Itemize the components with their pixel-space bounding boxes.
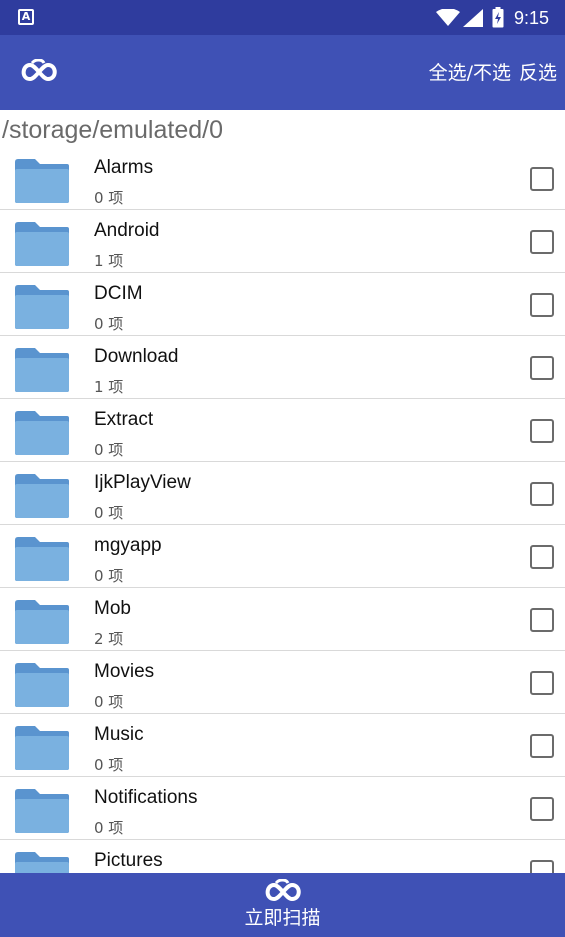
- folder-icon: [15, 789, 69, 833]
- file-name: IjkPlayView: [94, 472, 191, 493]
- app-notification-icon: A: [18, 9, 34, 25]
- select-checkbox[interactable]: [530, 860, 554, 873]
- list-item[interactable]: Download 1 项: [0, 336, 565, 399]
- scan-now-button[interactable]: 立即扫描: [0, 873, 565, 937]
- file-name: mgyapp: [94, 535, 162, 556]
- select-checkbox[interactable]: [530, 797, 554, 821]
- list-item[interactable]: Android 1 项: [0, 210, 565, 273]
- file-name: Notifications: [94, 787, 198, 808]
- status-bar: A 9:15: [0, 0, 565, 35]
- list-item[interactable]: DCIM 0 项: [0, 273, 565, 336]
- file-name: Mob: [94, 598, 131, 619]
- file-count: 1 项: [94, 378, 124, 396]
- folder-icon: [15, 159, 69, 203]
- file-name: Android: [94, 220, 160, 241]
- cloud-infinity-logo-icon: [21, 59, 57, 82]
- invert-selection-button[interactable]: 反选: [519, 61, 557, 85]
- wifi-icon: [436, 9, 460, 26]
- app-bar-actions: 全选/不选 反选: [429, 61, 557, 85]
- app-bar: 全选/不选 反选: [0, 35, 565, 110]
- file-count: 0 项: [94, 819, 124, 837]
- file-count: 0 项: [94, 567, 124, 585]
- file-count: 0 项: [94, 756, 124, 774]
- file-count: 2 项: [94, 630, 124, 648]
- folder-icon: [15, 348, 69, 392]
- select-checkbox[interactable]: [530, 608, 554, 632]
- file-name: Music: [94, 724, 144, 745]
- list-item[interactable]: Notifications 0 项: [0, 777, 565, 840]
- file-list[interactable]: Alarms 0 项 Android 1 项 DCIM 0 项 Download…: [0, 147, 565, 873]
- file-count: 0 项: [94, 504, 124, 522]
- select-checkbox[interactable]: [530, 734, 554, 758]
- folder-icon: [15, 600, 69, 644]
- folder-icon: [15, 411, 69, 455]
- battery-icon: [492, 7, 504, 28]
- list-item[interactable]: Mob 2 项: [0, 588, 565, 651]
- list-item[interactable]: Alarms 0 项: [0, 147, 565, 210]
- list-item[interactable]: Music 0 项: [0, 714, 565, 777]
- select-checkbox[interactable]: [530, 545, 554, 569]
- folder-icon: [15, 663, 69, 707]
- scan-now-label: 立即扫描: [244, 907, 321, 929]
- list-item[interactable]: Extract 0 项: [0, 399, 565, 462]
- file-count: 0 项: [94, 693, 124, 711]
- file-name: Alarms: [94, 157, 154, 178]
- file-count: 0 项: [94, 441, 124, 459]
- file-count: 0 项: [94, 189, 124, 207]
- folder-icon: [15, 474, 69, 518]
- select-checkbox[interactable]: [530, 482, 554, 506]
- folder-icon: [15, 537, 69, 581]
- status-time: 9:15: [514, 8, 550, 28]
- select-checkbox[interactable]: [530, 419, 554, 443]
- folder-icon: [15, 285, 69, 329]
- list-item[interactable]: Pictures: [0, 840, 565, 873]
- file-name: Download: [94, 346, 179, 367]
- select-checkbox[interactable]: [530, 293, 554, 317]
- file-name: DCIM: [94, 283, 143, 304]
- folder-icon: [15, 726, 69, 770]
- file-name: Movies: [94, 661, 155, 682]
- select-checkbox[interactable]: [530, 356, 554, 380]
- list-item[interactable]: IjkPlayView 0 项: [0, 462, 565, 525]
- select-checkbox[interactable]: [530, 230, 554, 254]
- file-name: Pictures: [94, 850, 163, 871]
- folder-icon: [15, 222, 69, 266]
- list-item[interactable]: Movies 0 项: [0, 651, 565, 714]
- cloud-infinity-logo-icon: [265, 879, 301, 902]
- select-checkbox[interactable]: [530, 671, 554, 695]
- select-all-toggle-button[interactable]: 全选/不选: [429, 61, 511, 85]
- current-path: /storage/emulated/0: [2, 116, 223, 144]
- file-count: 1 项: [94, 252, 124, 270]
- signal-icon: [463, 9, 483, 27]
- list-item[interactable]: mgyapp 0 项: [0, 525, 565, 588]
- file-name: Extract: [94, 409, 154, 430]
- file-count: 0 项: [94, 315, 124, 333]
- folder-icon: [15, 852, 69, 873]
- select-checkbox[interactable]: [530, 167, 554, 191]
